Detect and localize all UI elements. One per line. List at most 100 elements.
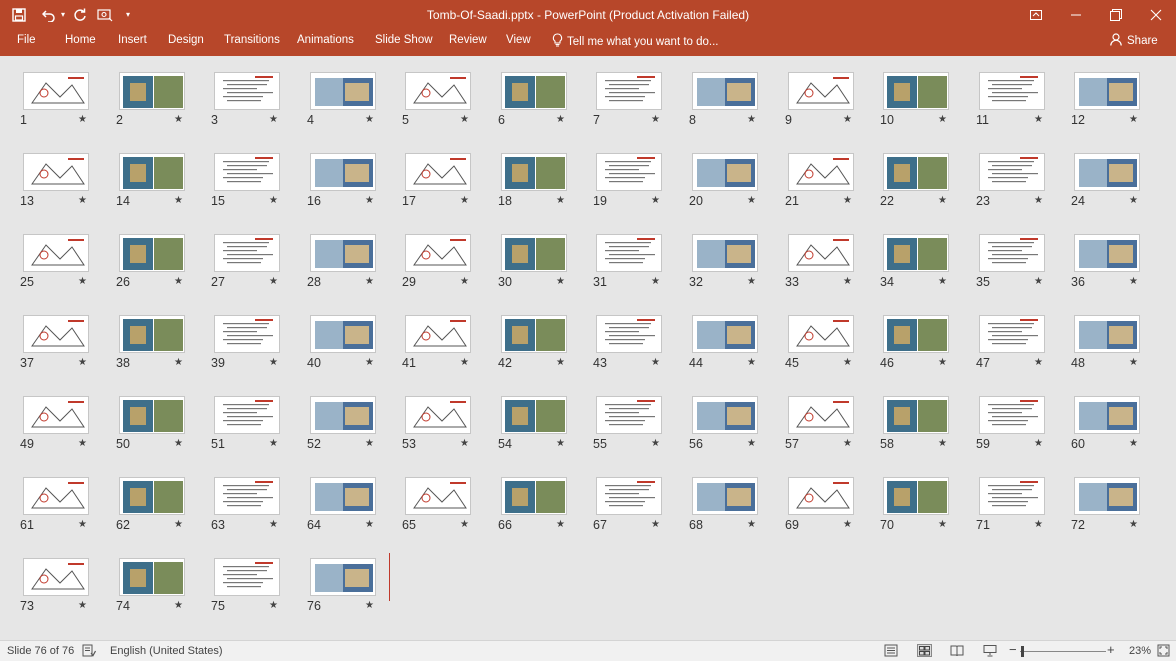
transition-star-icon[interactable]: ★ [747, 519, 756, 530]
transition-star-icon[interactable]: ★ [78, 195, 87, 206]
transition-star-icon[interactable]: ★ [747, 357, 756, 368]
transition-star-icon[interactable]: ★ [460, 195, 469, 206]
notes-icon[interactable] [884, 644, 898, 660]
transition-star-icon[interactable]: ★ [1034, 276, 1043, 287]
transition-star-icon[interactable]: ★ [174, 600, 183, 611]
transition-star-icon[interactable]: ★ [747, 195, 756, 206]
minimize-icon[interactable] [1056, 0, 1096, 29]
slide-count[interactable]: Slide 76 of 76 [7, 645, 74, 657]
transition-star-icon[interactable]: ★ [78, 357, 87, 368]
share-button[interactable]: Share [1110, 33, 1158, 49]
tab-animations[interactable]: Animations [297, 34, 354, 46]
transition-star-icon[interactable]: ★ [556, 519, 565, 530]
transition-star-icon[interactable]: ★ [365, 357, 374, 368]
slide-thumbnail[interactable]: 60 ★ [1071, 396, 1176, 456]
transition-star-icon[interactable]: ★ [938, 438, 947, 449]
slide-thumbnail[interactable]: 36 ★ [1071, 234, 1176, 294]
tab-view[interactable]: View [506, 34, 531, 46]
transition-star-icon[interactable]: ★ [1034, 357, 1043, 368]
slide-thumbnail[interactable]: 12 ★ [1071, 72, 1176, 132]
transition-star-icon[interactable]: ★ [843, 195, 852, 206]
transition-star-icon[interactable]: ★ [365, 438, 374, 449]
transition-star-icon[interactable]: ★ [1129, 114, 1138, 125]
zoom-slider-thumb[interactable] [1021, 646, 1024, 657]
transition-star-icon[interactable]: ★ [651, 438, 660, 449]
transition-star-icon[interactable]: ★ [938, 357, 947, 368]
transition-star-icon[interactable]: ★ [365, 276, 374, 287]
transition-star-icon[interactable]: ★ [1129, 195, 1138, 206]
transition-star-icon[interactable]: ★ [78, 276, 87, 287]
transition-star-icon[interactable]: ★ [460, 357, 469, 368]
transition-star-icon[interactable]: ★ [78, 114, 87, 125]
tab-design[interactable]: Design [168, 34, 204, 46]
redo-icon[interactable] [70, 0, 90, 29]
transition-star-icon[interactable]: ★ [556, 276, 565, 287]
slide-thumbnail[interactable]: 48 ★ [1071, 315, 1176, 375]
transition-star-icon[interactable]: ★ [938, 195, 947, 206]
zoom-out-button[interactable]: − [1009, 642, 1017, 657]
transition-star-icon[interactable]: ★ [1034, 519, 1043, 530]
transition-star-icon[interactable]: ★ [174, 114, 183, 125]
transition-star-icon[interactable]: ★ [269, 276, 278, 287]
zoom-slider[interactable] [1020, 651, 1106, 652]
transition-star-icon[interactable]: ★ [938, 276, 947, 287]
transition-star-icon[interactable]: ★ [365, 519, 374, 530]
transition-star-icon[interactable]: ★ [556, 195, 565, 206]
tab-review[interactable]: Review [449, 34, 487, 46]
transition-star-icon[interactable]: ★ [460, 114, 469, 125]
transition-star-icon[interactable]: ★ [651, 276, 660, 287]
undo-dropdown-icon[interactable]: ▾ [58, 0, 68, 29]
transition-star-icon[interactable]: ★ [1129, 519, 1138, 530]
transition-star-icon[interactable]: ★ [174, 357, 183, 368]
slide-thumbnail[interactable]: 24 ★ [1071, 153, 1176, 213]
transition-star-icon[interactable]: ★ [1129, 438, 1138, 449]
quick-access-dropdown-icon[interactable]: ▾ [122, 0, 134, 29]
transition-star-icon[interactable]: ★ [365, 600, 374, 611]
transition-star-icon[interactable]: ★ [269, 438, 278, 449]
customize-icon[interactable] [94, 0, 116, 29]
transition-star-icon[interactable]: ★ [843, 519, 852, 530]
transition-star-icon[interactable]: ★ [460, 276, 469, 287]
slide-thumbnail[interactable]: 72 ★ [1071, 477, 1176, 537]
transition-star-icon[interactable]: ★ [843, 357, 852, 368]
transition-star-icon[interactable]: ★ [843, 276, 852, 287]
reading-view-icon[interactable] [950, 644, 964, 660]
tell-me-box[interactable]: Tell me what you want to do... [552, 33, 719, 50]
undo-icon[interactable] [38, 0, 60, 29]
language[interactable]: English (United States) [110, 645, 223, 657]
transition-star-icon[interactable]: ★ [747, 276, 756, 287]
transition-star-icon[interactable]: ★ [747, 438, 756, 449]
transition-star-icon[interactable]: ★ [843, 114, 852, 125]
transition-star-icon[interactable]: ★ [556, 114, 565, 125]
transition-star-icon[interactable]: ★ [460, 519, 469, 530]
tab-transitions[interactable]: Transitions [224, 34, 280, 46]
transition-star-icon[interactable]: ★ [174, 519, 183, 530]
transition-star-icon[interactable]: ★ [269, 600, 278, 611]
transition-star-icon[interactable]: ★ [651, 357, 660, 368]
slide-show-view-icon[interactable] [983, 644, 997, 660]
restore-icon[interactable] [1096, 0, 1136, 29]
slide-thumbnail[interactable]: 76 ★ [307, 558, 427, 618]
transition-star-icon[interactable]: ★ [651, 519, 660, 530]
transition-star-icon[interactable]: ★ [1034, 195, 1043, 206]
transition-star-icon[interactable]: ★ [174, 276, 183, 287]
tab-slide-show[interactable]: Slide Show [375, 34, 433, 46]
transition-star-icon[interactable]: ★ [365, 114, 374, 125]
close-icon[interactable] [1136, 0, 1176, 29]
transition-star-icon[interactable]: ★ [938, 519, 947, 530]
transition-star-icon[interactable]: ★ [269, 114, 278, 125]
transition-star-icon[interactable]: ★ [365, 195, 374, 206]
transition-star-icon[interactable]: ★ [78, 438, 87, 449]
transition-star-icon[interactable]: ★ [174, 195, 183, 206]
save-icon[interactable] [6, 0, 32, 29]
spelling-check-icon[interactable] [82, 644, 97, 660]
transition-star-icon[interactable]: ★ [843, 438, 852, 449]
transition-star-icon[interactable]: ★ [1034, 114, 1043, 125]
transition-star-icon[interactable]: ★ [269, 357, 278, 368]
transition-star-icon[interactable]: ★ [1034, 438, 1043, 449]
transition-star-icon[interactable]: ★ [78, 600, 87, 611]
transition-star-icon[interactable]: ★ [1129, 276, 1138, 287]
transition-star-icon[interactable]: ★ [938, 114, 947, 125]
zoom-in-button[interactable]: + [1107, 642, 1115, 657]
tab-file[interactable]: File [17, 34, 36, 46]
